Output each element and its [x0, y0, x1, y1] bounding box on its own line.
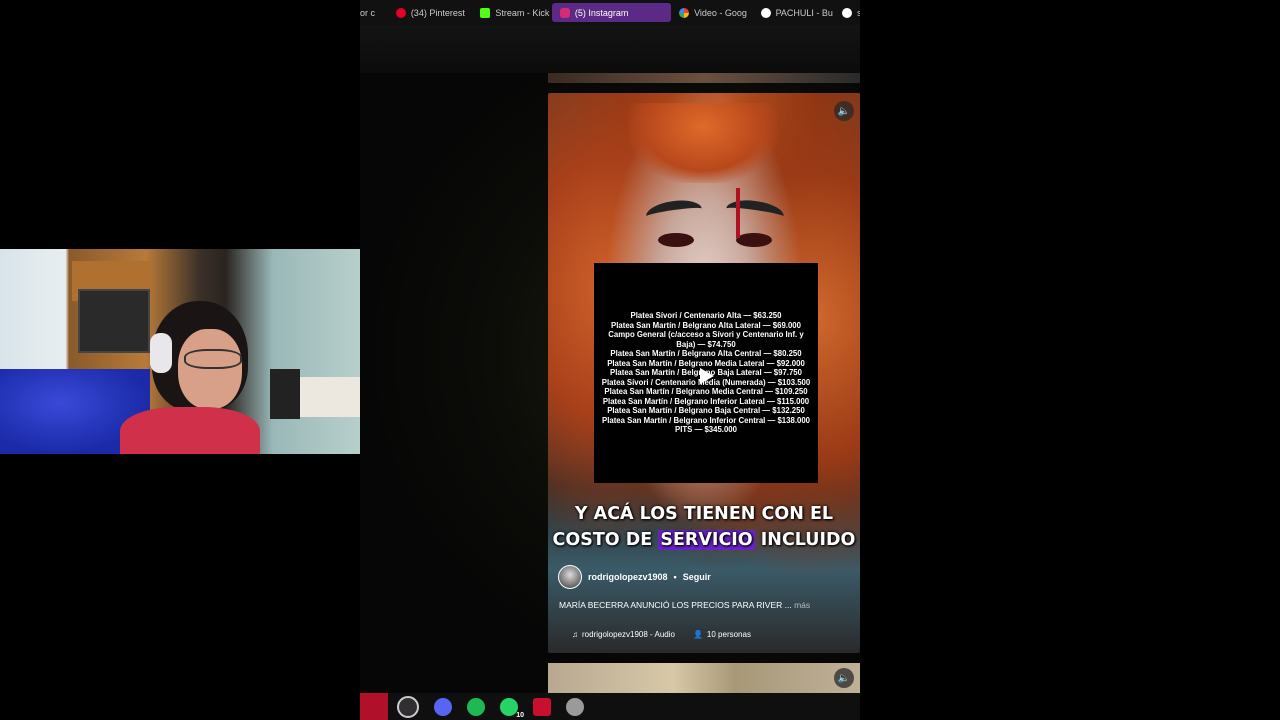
whatsapp-icon[interactable]: 10 — [500, 697, 524, 719]
discord-icon[interactable] — [434, 697, 452, 716]
speaker-icon[interactable]: 🔈 — [834, 101, 854, 121]
previous-reel[interactable] — [548, 73, 860, 83]
instagram-icon — [559, 7, 570, 18]
caption-text: INCLUIDO — [760, 530, 856, 550]
caption-line-1: Y ACÁ LOS TIENEN CON EL — [574, 504, 834, 524]
webcam-overlay — [0, 249, 364, 454]
caption-highlight: SERVICIO — [658, 530, 755, 550]
google-photos-icon — [679, 7, 690, 18]
browser-tab-kick[interactable]: Stream - Kick — [472, 3, 552, 22]
caption-line-2: COSTO DE SERVICIO INCLUIDO — [548, 527, 860, 553]
video-face-paint — [736, 188, 740, 238]
tab-label: Stream - Kick — [495, 7, 550, 18]
browser-tab-google-video[interactable]: Video - Goog — [671, 3, 753, 22]
tab-label: s — [857, 7, 860, 18]
price-line: Platea San Martín / Belgrano Baja Centra… — [607, 406, 805, 416]
reel-meta-row: ♫ rodrigolopezv1908 - Audio 👤 10 persona… — [566, 627, 757, 642]
people-label: 10 personas — [706, 630, 751, 639]
follow-button[interactable]: Seguir — [683, 572, 711, 582]
tab-label: (34) Pinterest — [410, 7, 465, 18]
tab-label: (5) Instagram — [574, 7, 629, 18]
price-line: Platea San Martín / Belgrano Inferior La… — [602, 396, 810, 406]
video-caption: Y ACÁ LOS TIENEN CON EL COSTO DE SERVICI… — [548, 501, 860, 553]
browser-tab-instagram[interactable]: (5) Instagram — [551, 3, 672, 22]
webcam-person-shirt — [120, 407, 260, 454]
captured-screen: or c (34) Pinterest Stream - Kick (5) In… — [360, 0, 860, 720]
instagram-reels-page: 🔈 Platea Sívori / Centenario Alta — $63.… — [360, 73, 860, 693]
webcam-table — [300, 377, 364, 417]
price-line: Platea Sívori / Centenario Alta — $63.25… — [630, 311, 782, 321]
price-line: Platea San Martín / Belgrano Alta Latera… — [611, 320, 801, 330]
price-line: Campo General (c/acceso a Sívori y Cente… — [608, 330, 804, 349]
speaker-icon[interactable]: 🔈 — [834, 668, 854, 688]
price-line: Platea San Martín / Belgrano Inferior Ce… — [602, 415, 810, 425]
avatar[interactable] — [558, 565, 582, 589]
browser-toolbar — [360, 25, 860, 73]
taskbar: 10 — [360, 693, 860, 720]
reel-author-row: rodrigolopezv1908 • Seguir — [558, 565, 711, 589]
reel-description: MARÍA BECERRA ANUNCIÓ LOS PRECIOS PARA R… — [559, 600, 810, 610]
price-line: Platea San Martín / Belgrano Media Later… — [607, 358, 805, 368]
browser-tab-google-search[interactable]: PACHULI - Bu — [753, 3, 835, 22]
webcam-person-glasses — [184, 349, 242, 369]
video-eyebrow-right — [724, 197, 786, 228]
tab-label: Video - Goog — [694, 7, 747, 18]
obs-icon[interactable] — [397, 695, 419, 718]
separator-dot: • — [673, 572, 677, 582]
price-line: Platea San Martín / Belgrano Alta Centra… — [610, 349, 802, 359]
video-eye-left — [658, 233, 694, 247]
google-icon — [842, 7, 853, 18]
webcam-chair — [270, 369, 300, 419]
audio-link[interactable]: ♫ rodrigolopezv1908 - Audio — [566, 627, 681, 642]
webcam-person-face — [178, 329, 242, 409]
tab-label: or c — [360, 7, 376, 18]
browser-tab[interactable]: or c — [360, 3, 388, 22]
start-button[interactable] — [360, 693, 388, 720]
browser-tab-bar: or c (34) Pinterest Stream - Kick (5) In… — [360, 0, 860, 25]
browser-tab-google[interactable]: s — [834, 3, 860, 22]
description-text: MARÍA BECERRA ANUNCIÓ LOS PRECIOS PARA R… — [559, 600, 792, 610]
reel-video[interactable]: 🔈 Platea Sívori / Centenario Alta — $63.… — [548, 93, 860, 653]
video-hair — [628, 103, 778, 183]
pinterest-icon — [395, 7, 406, 18]
webcam-window — [78, 289, 150, 353]
headset-icon — [150, 333, 172, 373]
caption-text: COSTO DE — [552, 530, 653, 550]
video-eye-right — [736, 233, 772, 247]
video-eyebrow-left — [644, 197, 704, 228]
music-note-icon: ♫ — [572, 630, 578, 639]
google-icon — [760, 7, 771, 18]
tagged-people-link[interactable]: 👤 10 personas — [687, 627, 757, 642]
spotify-icon[interactable] — [467, 697, 485, 716]
app-red-icon[interactable] — [533, 697, 551, 716]
app-grey-icon[interactable] — [566, 697, 584, 716]
price-line: Platea San Martín / Belgrano Media Centr… — [604, 387, 808, 397]
play-icon[interactable] — [700, 368, 714, 384]
whatsapp-badge: 10 — [516, 711, 524, 719]
author-username[interactable]: rodrigolopezv1908 — [588, 572, 668, 582]
price-line: PITS — $345.000 — [675, 425, 737, 435]
next-reel[interactable]: 🔈 — [548, 663, 860, 693]
kick-icon — [480, 7, 491, 18]
person-icon: 👤 — [692, 630, 703, 639]
browser-tab-pinterest[interactable]: (34) Pinterest — [388, 3, 473, 22]
audio-label: rodrigolopezv1908 - Audio — [582, 630, 675, 639]
tab-label: PACHULI - Bu — [775, 7, 833, 18]
more-link[interactable]: más — [794, 600, 810, 610]
